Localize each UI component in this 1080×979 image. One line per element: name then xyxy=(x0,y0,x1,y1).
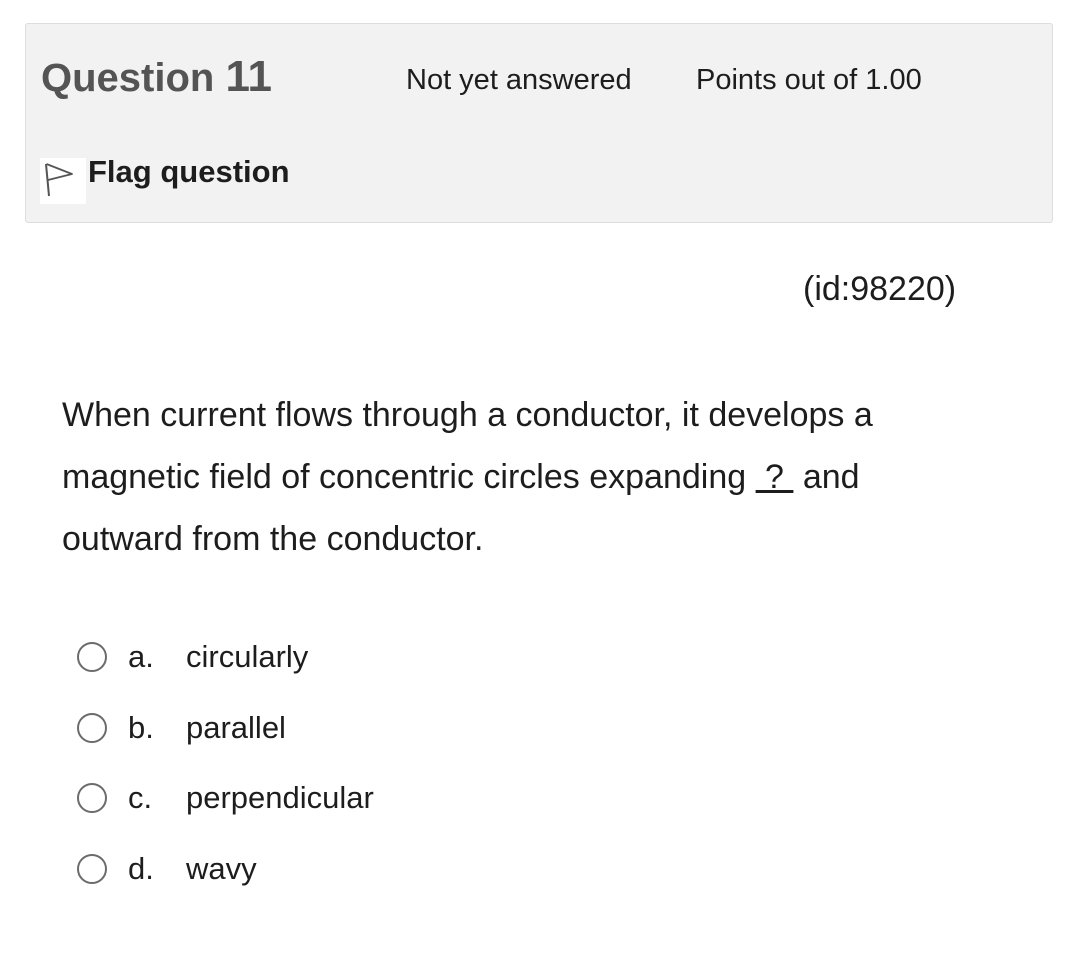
question-title: Question 11 xyxy=(41,52,272,102)
question-title-prefix: Question xyxy=(41,56,215,100)
question-text: When current flows through a conductor, … xyxy=(62,384,962,570)
answer-text[interactable]: circularly xyxy=(186,639,308,675)
answer-options: a. circularly b. parallel c. perpendicul… xyxy=(77,622,374,904)
answer-letter: b. xyxy=(128,709,154,745)
answer-text[interactable]: parallel xyxy=(186,710,286,746)
answer-text[interactable]: perpendicular xyxy=(186,780,374,816)
question-blank: ? xyxy=(755,458,794,496)
answer-option-c[interactable]: c. perpendicular xyxy=(77,763,374,834)
answer-option-d[interactable]: d. wavy xyxy=(77,834,374,905)
question-grade: Points out of 1.00 xyxy=(696,64,922,96)
question-info-panel: Question 11 Not yet answered Points out … xyxy=(25,23,1053,223)
answer-option-b[interactable]: b. parallel xyxy=(77,693,374,764)
radio-button-c[interactable] xyxy=(77,783,107,814)
answer-option-a[interactable]: a. circularly xyxy=(77,622,374,693)
radio-button-a[interactable] xyxy=(77,642,107,673)
answer-letter: c. xyxy=(128,780,153,816)
flag-question-button[interactable]: Flag question xyxy=(40,150,290,204)
radio-button-b[interactable] xyxy=(77,712,107,743)
question-text-before: When current flows through a conductor, … xyxy=(62,396,873,496)
flag-question-label: Flag question xyxy=(88,154,290,189)
answer-letter: a. xyxy=(128,639,154,675)
radio-button-d[interactable] xyxy=(77,853,107,884)
question-state: Not yet answered xyxy=(406,64,632,96)
question-number: 11 xyxy=(225,52,272,101)
answer-letter: d. xyxy=(128,850,154,886)
question-id: (id:98220) xyxy=(803,270,957,308)
answer-text[interactable]: wavy xyxy=(186,851,257,887)
flag-icon[interactable] xyxy=(40,158,86,204)
